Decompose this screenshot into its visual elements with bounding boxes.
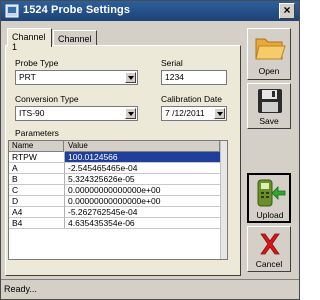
column-header-name[interactable]: Name xyxy=(9,141,64,152)
param-value[interactable]: -2.545465465e-04 xyxy=(65,163,221,174)
column-header-value[interactable]: Value xyxy=(65,141,220,152)
table-row[interactable]: A -2.545465465e-04 xyxy=(9,163,227,174)
status-bar: Ready... xyxy=(1,279,299,299)
param-name: RTPW xyxy=(9,152,65,163)
param-name: D xyxy=(9,196,65,207)
serial-label: Serial xyxy=(161,58,183,68)
calibration-date-label: Calibration Date xyxy=(161,94,222,104)
open-button[interactable]: Open xyxy=(247,28,291,80)
title-bar: 1524 Probe Settings × xyxy=(1,1,299,21)
table-row[interactable]: D 0.00000000000000e+00 xyxy=(9,196,227,207)
param-name: B xyxy=(9,174,65,185)
upload-label: Upload xyxy=(256,210,284,220)
probe-settings-window: 1524 Probe Settings × Channel 1 Channel … xyxy=(0,0,300,300)
close-icon: × xyxy=(283,3,291,17)
param-value[interactable]: -5.262762545e-04 xyxy=(65,207,221,218)
param-value[interactable]: 5.324325626e-05 xyxy=(65,174,221,185)
serial-input[interactable]: 1234 xyxy=(161,70,227,85)
param-name: A xyxy=(9,163,65,174)
probe-type-select[interactable]: PRT xyxy=(15,70,138,85)
grid-header: Name Value xyxy=(9,141,227,152)
save-label: Save xyxy=(259,116,279,126)
table-row[interactable]: A4 -5.262762545e-04 xyxy=(9,207,227,218)
chevron-down-icon[interactable] xyxy=(214,108,225,119)
param-name: A4 xyxy=(9,207,65,218)
conversion-type-value: ITS-90 xyxy=(19,108,45,118)
probe-type-label: Probe Type xyxy=(15,58,59,68)
chevron-down-icon[interactable] xyxy=(125,108,136,119)
probe-type-value: PRT xyxy=(19,72,36,82)
parameters-grid: Name Value RTPW 100.0124566 A -2.5454654… xyxy=(8,140,228,260)
table-row[interactable]: RTPW 100.0124566 xyxy=(9,152,227,163)
folder-icon xyxy=(255,38,286,60)
chevron-down-icon[interactable] xyxy=(125,72,136,83)
table-row[interactable]: C 0.00000000000000e+00 xyxy=(9,185,227,196)
calibration-date-picker[interactable]: 7 /12/2011 xyxy=(161,106,227,121)
param-value[interactable]: 0.00000000000000e+00 xyxy=(65,196,221,207)
param-value[interactable]: 4.635435354e-06 xyxy=(65,218,221,229)
tab-channel-1[interactable]: Channel 1 xyxy=(7,28,52,52)
param-value[interactable]: 0.00000000000000e+00 xyxy=(65,185,221,196)
status-text: Ready... xyxy=(4,284,37,294)
cancel-x-icon xyxy=(260,233,280,255)
param-name: B4 xyxy=(9,218,65,229)
conversion-type-label: Conversion Type xyxy=(15,94,79,104)
parameters-label: Parameters xyxy=(15,128,59,138)
upload-button[interactable]: Upload xyxy=(247,173,291,223)
serial-value: 1234 xyxy=(165,72,184,82)
cancel-button[interactable]: Cancel xyxy=(247,226,291,272)
floppy-disk-icon xyxy=(258,89,282,113)
conversion-type-select[interactable]: ITS-90 xyxy=(15,106,138,121)
param-value[interactable]: 100.0124566 xyxy=(65,152,221,163)
open-label: Open xyxy=(258,66,280,76)
table-row[interactable]: B4 4.635435354e-06 xyxy=(9,218,227,229)
grid-scrollbar[interactable] xyxy=(220,141,227,259)
table-row[interactable]: B 5.324325626e-05 xyxy=(9,174,227,185)
calibration-date-value: 7 /12/2011 xyxy=(165,108,205,118)
param-name: C xyxy=(9,185,65,196)
cancel-label: Cancel xyxy=(255,259,283,269)
close-button[interactable]: × xyxy=(279,3,295,19)
upload-device-icon xyxy=(257,179,286,207)
window-title: 1524 Probe Settings xyxy=(23,4,131,16)
app-icon xyxy=(5,4,19,18)
save-button[interactable]: Save xyxy=(247,83,291,129)
